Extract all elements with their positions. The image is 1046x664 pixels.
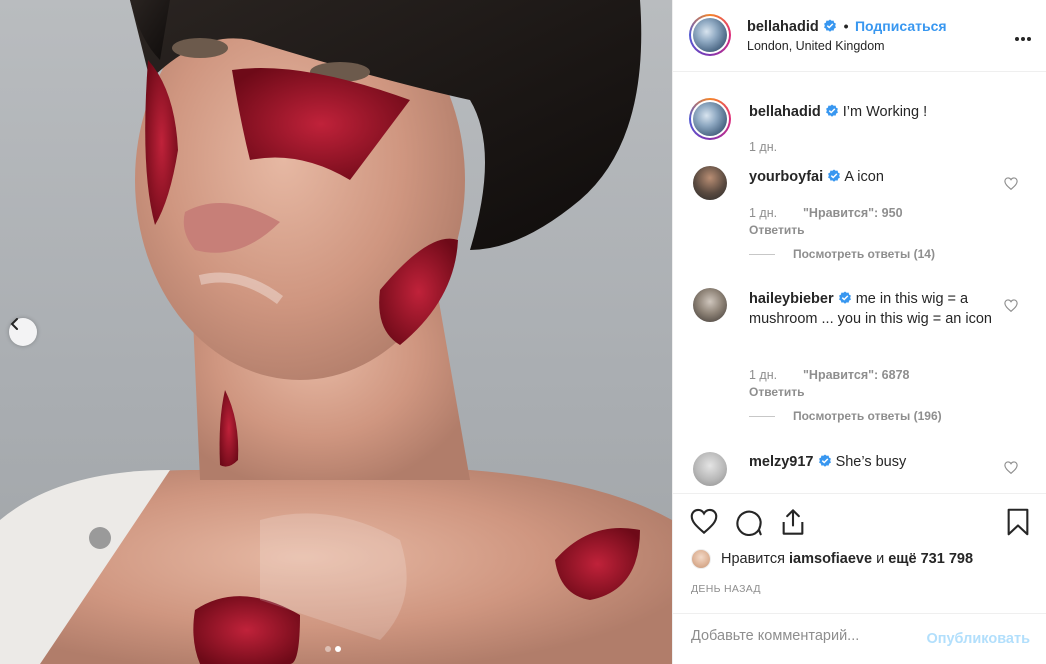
heart-icon[interactable]	[1004, 461, 1018, 474]
verified-badge-icon	[825, 104, 838, 117]
liker-username[interactable]: iamsofiaeve	[789, 551, 872, 567]
verified-badge-icon	[818, 454, 831, 467]
comment-avatar[interactable]	[693, 166, 727, 200]
likes-count[interactable]: ещё 731 798	[888, 551, 973, 567]
caption-time[interactable]: 1 дн.	[749, 140, 777, 154]
comments-list[interactable]: bellahadid I’m Working ! 1 дн. yourboyfa…	[673, 72, 1046, 493]
bullet-separator: •	[843, 18, 849, 34]
comment-username[interactable]: melzy917	[749, 454, 814, 470]
comment-username[interactable]: yourboyfai	[749, 169, 823, 185]
caption: bellahadid I’m Working !	[749, 102, 927, 122]
post-side-panel: bellahadid • Подписаться London, United …	[672, 0, 1046, 664]
post-timestamp[interactable]: День назад	[691, 583, 761, 595]
likes-conjunction: и	[876, 551, 885, 567]
bookmark-icon[interactable]	[1006, 508, 1030, 536]
likes-summary[interactable]: Нравится iamsofiaeve и ещё 731 798	[691, 549, 973, 569]
comment: haileybieber me in this wig = a mushroom…	[749, 289, 999, 329]
comment-input[interactable]	[691, 628, 911, 644]
reply-button[interactable]: Ответить	[749, 223, 804, 237]
post-location[interactable]: London, United Kingdom	[747, 39, 885, 53]
carousel-dot-active	[335, 646, 341, 652]
comment-avatar[interactable]	[693, 452, 727, 486]
author-avatar[interactable]	[689, 14, 731, 56]
verified-badge-icon	[824, 19, 837, 32]
comment-username[interactable]: haileybieber	[749, 291, 834, 307]
caption-avatar[interactable]	[689, 98, 731, 140]
author-username[interactable]: bellahadid	[747, 19, 819, 35]
comment-text: She’s busy	[835, 454, 907, 470]
carousel-dot	[325, 646, 331, 652]
comment: yourboyfai A icon	[749, 167, 884, 187]
view-replies-label: Посмотреть ответы (196)	[793, 409, 942, 423]
view-replies-button[interactable]: Посмотреть ответы (14)	[749, 247, 935, 261]
heart-icon[interactable]	[1004, 299, 1018, 312]
comment-likes[interactable]: "Нравится": 950	[803, 206, 903, 220]
post-header: bellahadid • Подписаться London, United …	[673, 0, 1046, 72]
carousel-prev-button[interactable]	[9, 318, 37, 346]
likes-prefix: Нравится	[721, 551, 785, 567]
comment-icon[interactable]	[735, 508, 763, 536]
comment: melzy917 She’s busy	[749, 452, 906, 472]
publish-button[interactable]: Опубликовать	[926, 631, 1030, 647]
post-media[interactable]	[0, 0, 672, 664]
verified-badge-icon	[838, 291, 851, 304]
comment-avatar[interactable]	[693, 288, 727, 322]
view-replies-label: Посмотреть ответы (14)	[793, 247, 935, 261]
comment-text: A icon	[844, 169, 884, 185]
carousel-indicator	[325, 646, 341, 652]
post-actions: Нравится iamsofiaeve и ещё 731 798 День …	[673, 493, 1046, 664]
comment-likes[interactable]: "Нравится": 6878	[803, 368, 909, 382]
follow-button[interactable]: Подписаться	[855, 18, 947, 34]
view-replies-button[interactable]: Посмотреть ответы (196)	[749, 409, 942, 423]
post-photo	[0, 0, 672, 664]
chevron-left-icon	[10, 318, 18, 330]
caption-username[interactable]: bellahadid	[749, 104, 821, 120]
share-icon[interactable]	[779, 508, 807, 536]
reply-button[interactable]: Ответить	[749, 385, 804, 399]
comment-time[interactable]: 1 дн.	[749, 368, 777, 382]
heart-icon[interactable]	[1004, 177, 1018, 190]
caption-text: I’m Working !	[842, 104, 928, 120]
liker-avatar	[691, 549, 711, 569]
more-options-icon[interactable]	[1014, 26, 1032, 46]
comment-composer: Опубликовать	[673, 613, 1046, 664]
verified-badge-icon	[828, 169, 841, 182]
heart-icon[interactable]	[690, 508, 718, 534]
comment-time[interactable]: 1 дн.	[749, 206, 777, 220]
